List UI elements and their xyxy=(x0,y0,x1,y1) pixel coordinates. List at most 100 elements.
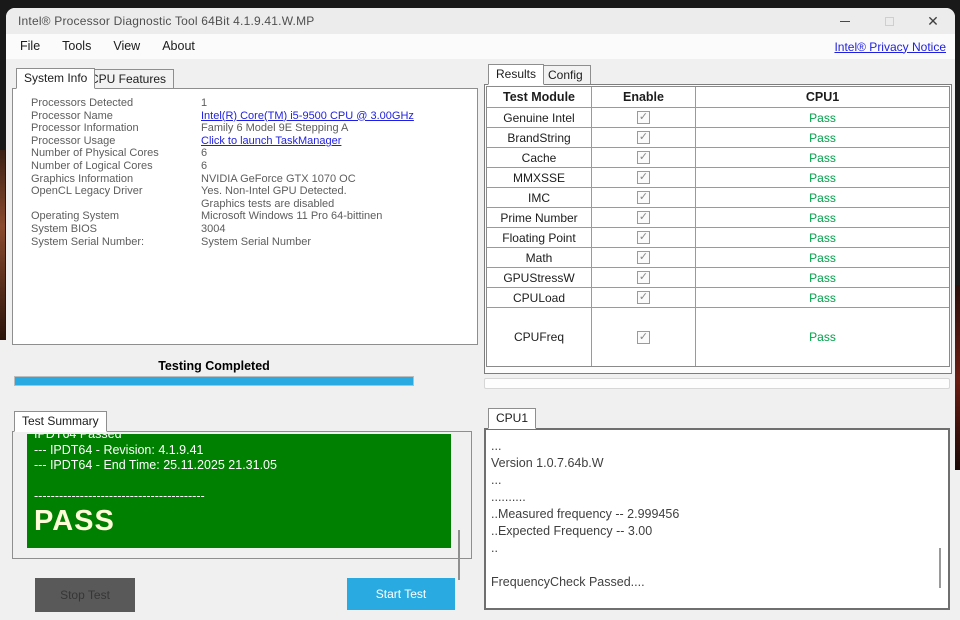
info-label: Processor Name xyxy=(31,109,113,122)
test-module-cell: Floating Point xyxy=(487,228,592,248)
maximize-button[interactable] xyxy=(867,8,911,34)
system-info-rows: Processors Detected 1 Processor Name Intel(… xyxy=(31,97,477,248)
desktop-wallpaper-sliver-left xyxy=(0,150,5,340)
test-module-cell: MMXSSE xyxy=(487,168,592,188)
minimize-button[interactable] xyxy=(823,8,867,34)
result-cell: Pass xyxy=(696,108,949,128)
enable-cell xyxy=(592,168,696,188)
result-cell: Pass xyxy=(696,228,949,248)
enabled-checkbox[interactable] xyxy=(637,171,650,184)
menu-about[interactable]: About xyxy=(151,34,206,59)
close-icon: ✕ xyxy=(927,12,939,29)
info-value: 1 xyxy=(201,97,208,109)
info-label: Operating System xyxy=(31,210,120,223)
results-table-row: GPUStressW Pass xyxy=(487,268,949,288)
results-table: Test Module Enable CPU1 Genuine Intel Pas… xyxy=(486,86,950,367)
cpu1-log-lines: ... Version 1.0.7.64b.W............. ..Mea… xyxy=(491,438,942,591)
cpu1-log-line: ..Expected Frequency -- 3.00 xyxy=(491,524,653,538)
app-window: Intel® Processor Diagnostic Tool 64Bit 4… xyxy=(6,8,955,620)
summary-line: ----------------------------------------… xyxy=(34,489,205,503)
system-info-row: OpenCL Legacy Driver Yes. Non-Intel GPU D… xyxy=(31,185,477,198)
cpu1-log-line xyxy=(491,557,942,574)
menu-view[interactable]: View xyxy=(102,34,151,59)
enabled-checkbox[interactable] xyxy=(637,330,650,344)
info-value: Family 6 Model 9E Stepping A xyxy=(201,122,349,135)
enabled-checkbox[interactable] xyxy=(637,211,650,224)
results-table-header: Test Module Enable CPU1 xyxy=(487,87,949,108)
tab-system-info[interactable]: System Info xyxy=(16,68,96,89)
enabled-checkbox[interactable] xyxy=(637,231,650,244)
test-module-cell: BrandString xyxy=(487,128,592,148)
cpu1-log-line: ... xyxy=(491,473,502,487)
stop-test-button[interactable]: Stop Test xyxy=(35,578,135,612)
test-module-cell: Genuine Intel xyxy=(487,108,592,128)
info-value: 3004 xyxy=(201,222,226,235)
results-horizontal-scrollbar[interactable] xyxy=(484,378,950,389)
test-module-cell: Math xyxy=(487,248,592,268)
enabled-checkbox[interactable] xyxy=(637,151,650,164)
enabled-checkbox[interactable] xyxy=(637,291,650,304)
system-info-row: System BIOS 3004 xyxy=(31,223,477,236)
system-info-row: System Serial Number: System Serial Numbe… xyxy=(31,236,477,249)
info-value-link[interactable]: Click to launch TaskManager xyxy=(201,135,341,148)
window-controls: ✕ xyxy=(823,8,955,34)
summary-line: IPDT64 Passed xyxy=(34,434,122,441)
tab-cpu-features[interactable]: CPU Features xyxy=(82,69,175,89)
results-table-row: Math Pass xyxy=(487,248,949,268)
info-value-link[interactable]: Intel(R) Core(TM) i5-9500 CPU @ 3.00GHz xyxy=(201,110,414,123)
enable-cell xyxy=(592,188,696,208)
tab-results[interactable]: Results xyxy=(488,64,545,85)
summary-scrollbar-thumb[interactable] xyxy=(458,530,460,580)
cpu1-log-line: Version 1.0.7.64b.W xyxy=(491,456,604,470)
menu-tools[interactable]: Tools xyxy=(51,34,102,59)
system-info-row: Graphics Information NVIDIA GeForce GTX 1… xyxy=(31,173,477,186)
info-label xyxy=(31,198,201,211)
info-label: System BIOS xyxy=(31,222,98,235)
result-cell: Pass xyxy=(696,268,949,288)
test-module-cell: Prime Number xyxy=(487,208,592,228)
close-button[interactable]: ✕ xyxy=(911,8,955,34)
cpu1-log-line: FrequencyCheck Passed.... xyxy=(491,575,645,589)
summary-pass-text: PASS xyxy=(34,504,115,537)
result-cell: Pass xyxy=(696,288,949,308)
desktop-wallpaper-sliver-right xyxy=(955,285,960,470)
enable-cell xyxy=(592,288,696,308)
test-module-cell: GPUStressW xyxy=(487,268,592,288)
tab-config[interactable]: Config xyxy=(540,65,591,85)
results-table-row: IMC Pass xyxy=(487,188,949,208)
system-info-row: Graphics tests are disabled xyxy=(31,198,477,211)
col-test-module: Test Module xyxy=(487,87,592,108)
enable-cell xyxy=(592,128,696,148)
summary-line: --- IPDT64 - End Time: 25.11.2025 21.31.… xyxy=(34,458,277,472)
enable-cell xyxy=(592,308,696,366)
test-module-cell: CPULoad xyxy=(487,288,592,308)
result-cell: Pass xyxy=(696,168,949,188)
test-module-cell: CPUFreq xyxy=(487,308,592,366)
tab-cpu1[interactable]: CPU1 xyxy=(488,408,537,429)
info-label: Graphics Information xyxy=(31,172,134,185)
enabled-checkbox[interactable] xyxy=(637,111,650,124)
client-area: System Info CPU Features Processors Dete… xyxy=(6,59,955,620)
enabled-checkbox[interactable] xyxy=(637,271,650,284)
summary-lines: IPDT64 Passed --- IPDT64 - Revision: 4.1.… xyxy=(34,434,451,505)
enabled-checkbox[interactable] xyxy=(637,251,650,264)
system-info-row: Processor Information Family 6 Model 9E S… xyxy=(31,122,477,135)
enabled-checkbox[interactable] xyxy=(637,131,650,144)
cpu1-scrollbar-thumb[interactable] xyxy=(939,548,941,588)
start-test-button[interactable]: Start Test xyxy=(347,578,455,610)
privacy-notice-link[interactable]: Intel® Privacy Notice xyxy=(834,40,946,54)
results-table-body: Genuine Intel Pass BrandString Pass Cache Pas… xyxy=(487,108,949,366)
info-value: Microsoft Windows 11 Pro 64-bittinen xyxy=(201,210,383,223)
testing-status-label: Testing Completed xyxy=(158,359,270,373)
results-table-row: CPUFreq Pass xyxy=(487,308,949,366)
info-label: Number of Logical Cores xyxy=(31,159,153,172)
info-label: Processor Usage xyxy=(31,134,116,147)
tab-test-summary[interactable]: Test Summary xyxy=(14,411,107,432)
enable-cell xyxy=(592,228,696,248)
results-table-row: CPULoad Pass xyxy=(487,288,949,308)
info-value: System Serial Number xyxy=(201,235,312,248)
test-summary-log: IPDT64 Passed --- IPDT64 - Revision: 4.1.… xyxy=(27,434,451,548)
menu-file[interactable]: File xyxy=(9,34,51,59)
system-info-panel: Processors Detected 1 Processor Name Intel(… xyxy=(12,88,478,345)
enabled-checkbox[interactable] xyxy=(637,191,650,204)
